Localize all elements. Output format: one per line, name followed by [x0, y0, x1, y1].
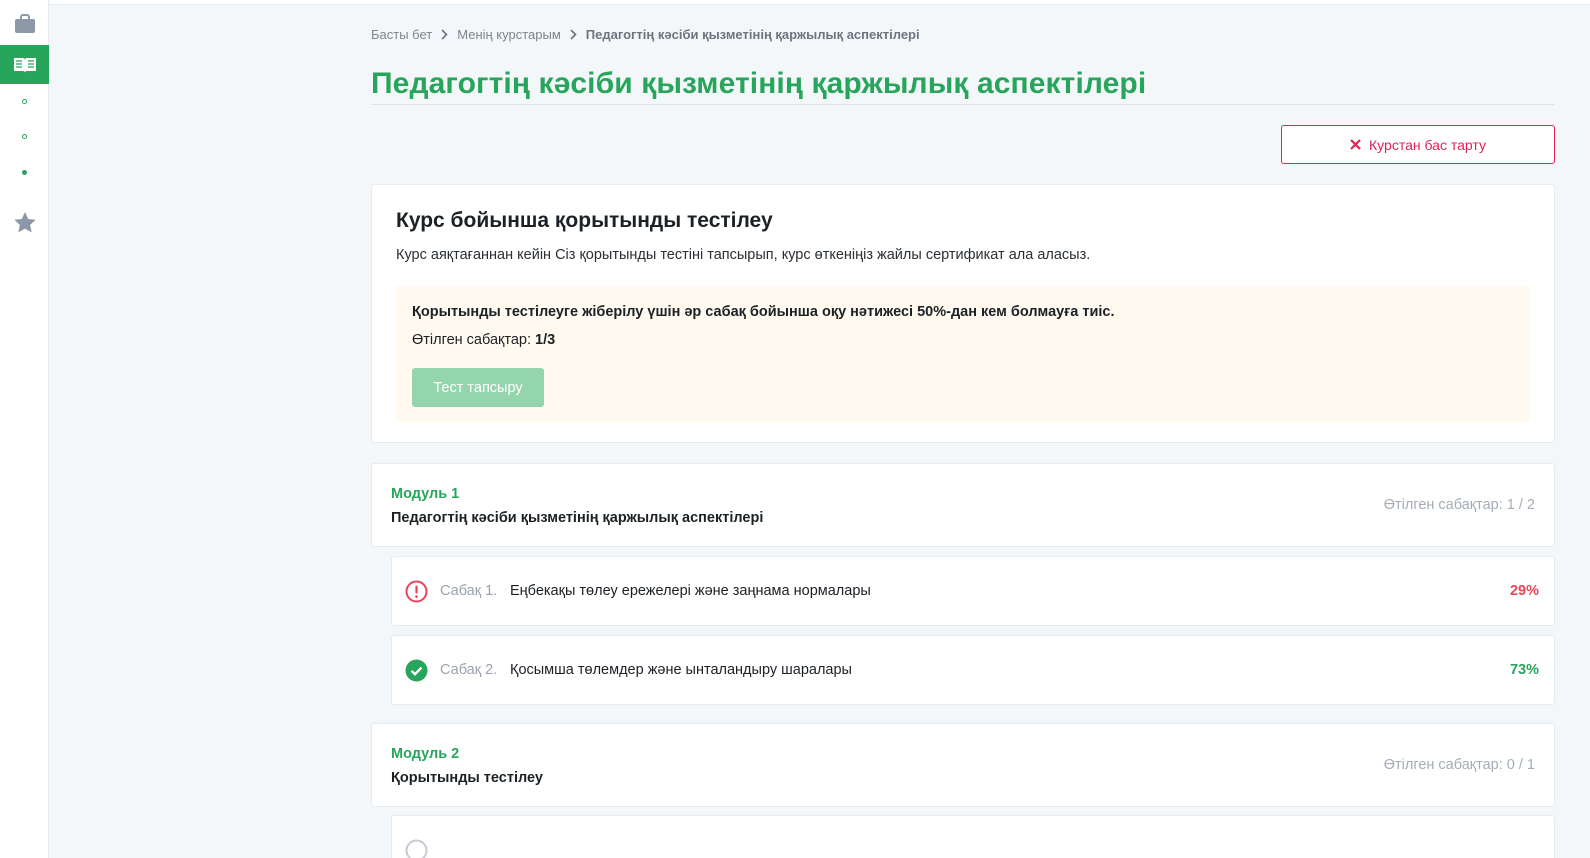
breadcrumb: Басты бет Менің курстарым Педагогтің кәс…	[371, 27, 920, 42]
module-card[interactable]: Модуль 1 Педагогтің кәсіби қызметінің қа…	[371, 463, 1555, 547]
lesson-row[interactable]: Сабақ 2. Қосымша төлемдер және ынталанды…	[391, 635, 1555, 705]
submenu-dot-filled-icon	[22, 169, 27, 175]
module-card[interactable]: Модуль 2 Қорытынды тестілеу Өтілген саба…	[371, 723, 1555, 807]
sidebar-subitem-2[interactable]	[0, 129, 49, 143]
passed-lessons-label: Өтілген сабақтар:	[412, 332, 532, 348]
final-test-card: Курс бойынша қорытынды тестілеу Курс аяқ…	[371, 184, 1555, 443]
sidebar-item-favorites[interactable]	[0, 208, 49, 236]
module-label: Модуль 2	[391, 746, 460, 762]
cancel-course-label: Курстан бас тарту	[1369, 136, 1486, 153]
lesson-row[interactable]	[391, 815, 1555, 858]
submenu-dot-icon	[22, 133, 27, 139]
module-progress: Өтілген сабақтар: 1 / 2	[1383, 497, 1535, 513]
star-icon	[13, 211, 36, 232]
take-test-button[interactable]: Тест тапсыру	[412, 368, 544, 407]
passed-lessons-summary: Өтілген сабақтар: 1/3	[412, 332, 555, 348]
module-progress: Өтілген сабақтар: 0 / 1	[1383, 757, 1535, 773]
passed-lessons-value: 1/3	[535, 332, 556, 348]
sidebar-subitem-1[interactable]	[0, 94, 49, 108]
final-test-title: Курс бойынша қорытынды тестілеу	[396, 209, 773, 232]
requirement-notice: Қорытынды тестілеуге жіберілу үшін әр са…	[396, 286, 1530, 422]
breadcrumb-current: Педагогтің кәсіби қызметінің қаржылық ас…	[585, 27, 920, 42]
lesson-score: 73%	[1509, 662, 1539, 678]
lesson-row[interactable]: Сабақ 1. Еңбекақы төлеу ережелері және з…	[391, 556, 1555, 626]
breadcrumb-home[interactable]: Басты бет	[371, 27, 432, 42]
lesson-score: 29%	[1509, 583, 1539, 599]
requirement-text: Қорытынды тестілеуге жіберілу үшін әр са…	[412, 304, 1115, 320]
sidebar-subitem-3[interactable]	[0, 165, 49, 179]
circle-outline-icon	[405, 839, 428, 858]
check-circle-icon	[405, 659, 428, 682]
close-icon	[1350, 139, 1361, 150]
final-test-description: Курс аяқтағаннан кейін Сіз қорытынды тес…	[396, 247, 1091, 263]
module-label: Модуль 1	[391, 486, 460, 502]
page-title: Педагогтің кәсіби қызметінің қаржылық ас…	[371, 67, 1147, 100]
lesson-number: Сабақ 2.	[440, 662, 498, 678]
chevron-right-icon	[441, 29, 448, 40]
alert-circle-icon	[405, 580, 428, 603]
chevron-right-icon	[570, 29, 577, 40]
lesson-title: Қосымша төлемдер және ынталандыру шарала…	[510, 662, 852, 678]
sidebar	[0, 0, 49, 858]
briefcase-icon	[14, 14, 35, 33]
top-bar	[49, 0, 1590, 5]
cancel-course-button[interactable]: Курстан бас тарту	[1281, 125, 1555, 164]
title-divider	[371, 104, 1554, 105]
lesson-title: Еңбекақы төлеу ережелері және заңнама но…	[510, 583, 871, 599]
lesson-number: Сабақ 1.	[440, 583, 498, 599]
breadcrumb-my-courses[interactable]: Менің курстарым	[457, 27, 561, 42]
module-name: Қорытынды тестілеу	[391, 770, 543, 786]
module-name: Педагогтің кәсіби қызметінің қаржылық ас…	[391, 510, 764, 526]
submenu-dot-icon	[22, 98, 27, 104]
book-icon	[13, 57, 36, 73]
sidebar-item-courses[interactable]	[0, 45, 49, 84]
sidebar-item-dashboard[interactable]	[0, 8, 49, 40]
